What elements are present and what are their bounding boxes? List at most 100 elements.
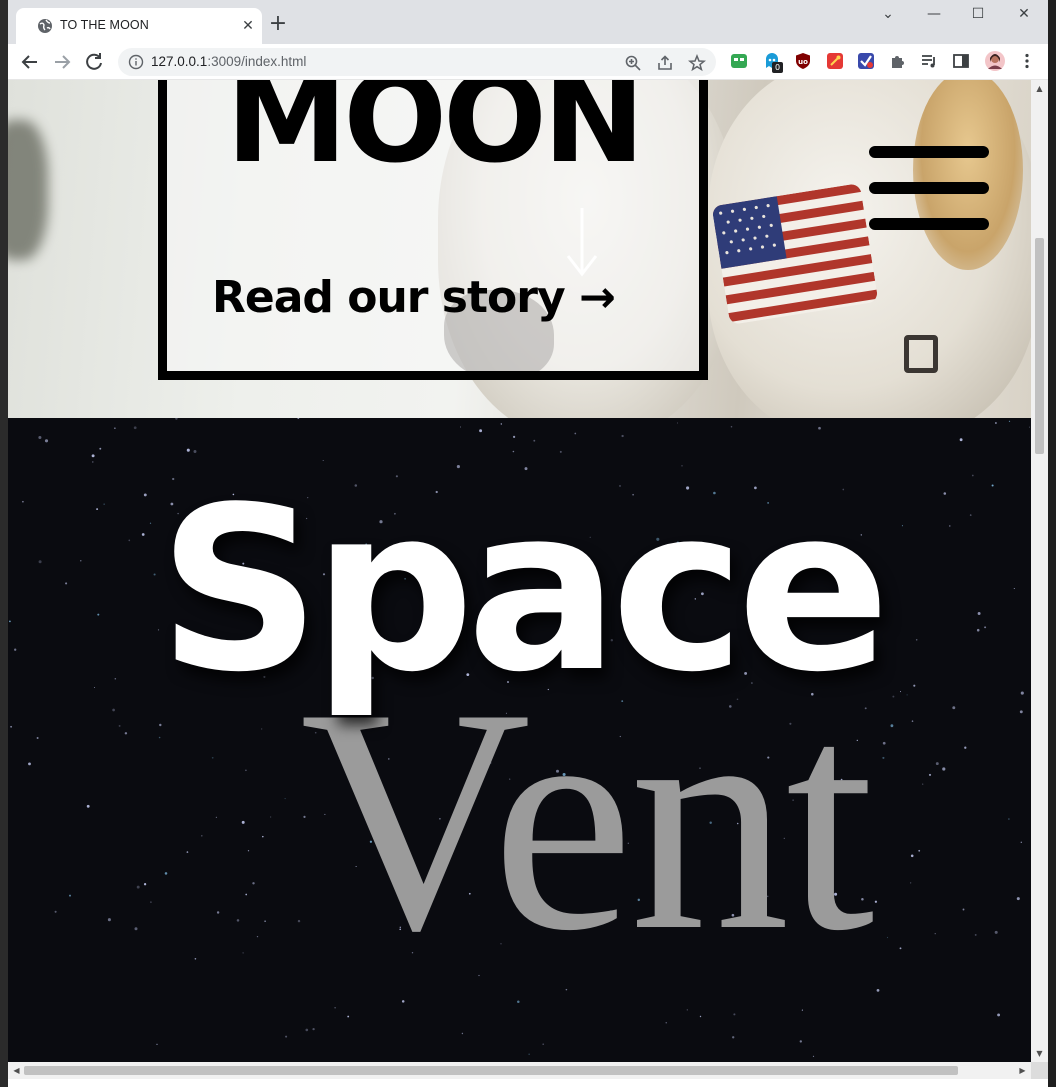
tab-search-icon[interactable]: ⌄ <box>876 6 900 26</box>
scroll-left-icon[interactable]: ◀ <box>12 1066 21 1075</box>
star <box>911 720 914 722</box>
close-window-button[interactable]: ✕ <box>1012 6 1036 26</box>
minimize-button[interactable]: — <box>922 6 946 26</box>
url-path: :3009/index.html <box>207 54 307 69</box>
star <box>559 450 562 453</box>
profile-avatar-icon[interactable] <box>984 50 1006 72</box>
star <box>733 1013 736 1016</box>
media-icon[interactable] <box>920 52 938 70</box>
space-headline: Space <box>158 459 890 722</box>
ublock-icon[interactable]: uo <box>794 52 812 70</box>
star <box>54 910 57 913</box>
star <box>136 885 140 889</box>
star <box>890 724 894 728</box>
star <box>962 908 965 911</box>
sidepanel-icon[interactable] <box>952 52 970 70</box>
star <box>194 957 197 960</box>
star <box>899 947 902 950</box>
star <box>686 1009 688 1011</box>
star <box>153 573 156 576</box>
vertical-scrollbar[interactable]: ▲ ▼ <box>1031 80 1048 1062</box>
star <box>918 849 921 852</box>
vertical-scroll-thumb[interactable] <box>1035 238 1044 454</box>
url-text[interactable]: 127.0.0.1:3009/index.html <box>151 54 306 69</box>
down-arrow-icon[interactable] <box>564 208 600 278</box>
zoom-icon[interactable] <box>624 54 642 72</box>
address-bar[interactable]: 127.0.0.1:3009/index.html <box>118 48 716 76</box>
star <box>36 737 39 739</box>
star <box>91 454 95 458</box>
star <box>193 450 197 453</box>
star <box>901 525 903 527</box>
back-arrow-icon[interactable] <box>18 50 42 74</box>
star <box>913 684 916 687</box>
star <box>305 1028 309 1032</box>
scroll-right-icon[interactable]: ▶ <box>1018 1066 1027 1075</box>
star <box>621 434 624 438</box>
star <box>103 503 105 505</box>
star <box>533 439 536 442</box>
star <box>38 435 42 440</box>
star <box>818 426 821 430</box>
star <box>1020 691 1024 695</box>
svg-text:uo: uo <box>798 58 808 66</box>
star <box>143 493 147 497</box>
star <box>949 525 951 527</box>
star <box>159 723 162 727</box>
star <box>149 522 152 524</box>
star <box>461 1032 464 1035</box>
forward-arrow-icon[interactable] <box>50 50 74 74</box>
scrollbar-corner <box>1031 1062 1048 1079</box>
star <box>150 901 152 903</box>
star <box>211 756 214 759</box>
url-host: 127.0.0.1 <box>151 54 208 69</box>
reload-icon[interactable] <box>82 50 106 74</box>
ext-green-icon[interactable] <box>730 52 748 70</box>
puzzle-icon[interactable] <box>889 52 907 70</box>
menu-kebab-icon[interactable] <box>1018 52 1036 70</box>
star <box>99 447 102 450</box>
ext-check-icon[interactable] <box>857 52 875 70</box>
star <box>812 1055 815 1058</box>
read-story-link[interactable]: Read our story → <box>212 272 616 323</box>
share-icon[interactable] <box>656 54 674 72</box>
star <box>216 911 220 914</box>
scroll-down-icon[interactable]: ▼ <box>1035 1049 1044 1058</box>
hamburger-menu-icon[interactable] <box>869 146 989 158</box>
star <box>991 484 994 487</box>
star <box>994 930 998 934</box>
star <box>10 725 13 728</box>
star <box>459 426 462 428</box>
hamburger-menu-bar[interactable] <box>869 182 989 194</box>
ext-blue-badge-icon[interactable]: 0 <box>763 52 783 73</box>
hamburger-menu-bar[interactable] <box>869 218 989 230</box>
browser-window: TO THE MOON ✕ + ⌄ — ☐ ✕ 127.0.0.1:3009/i… <box>8 0 1048 1087</box>
star <box>730 425 733 428</box>
maximize-button[interactable]: ☐ <box>966 6 990 26</box>
star <box>186 448 190 452</box>
star <box>952 706 956 710</box>
horizontal-scroll-thumb[interactable] <box>24 1066 958 1075</box>
star <box>297 418 300 419</box>
star <box>512 450 515 453</box>
star <box>143 883 147 886</box>
star-icon[interactable] <box>688 54 706 72</box>
star <box>215 816 218 819</box>
star <box>156 1043 158 1045</box>
scroll-up-icon[interactable]: ▲ <box>1035 84 1044 93</box>
star <box>186 851 189 853</box>
tab-active[interactable]: TO THE MOON ✕ <box>16 8 262 44</box>
star <box>479 429 483 433</box>
ext-red-icon[interactable] <box>826 52 844 70</box>
star <box>1013 587 1015 590</box>
star <box>401 1000 405 1003</box>
star <box>801 1009 803 1011</box>
star <box>665 1022 667 1024</box>
horizontal-scrollbar[interactable]: ◀ ▶ <box>8 1062 1031 1079</box>
page-viewport: MOON Read our story → Vent Space <box>8 80 1031 1062</box>
star <box>175 418 178 420</box>
desktop-left-edge <box>0 0 8 1087</box>
tab-close-icon[interactable]: ✕ <box>238 16 258 36</box>
new-tab-button[interactable]: + <box>266 12 290 36</box>
info-icon[interactable] <box>128 54 144 70</box>
